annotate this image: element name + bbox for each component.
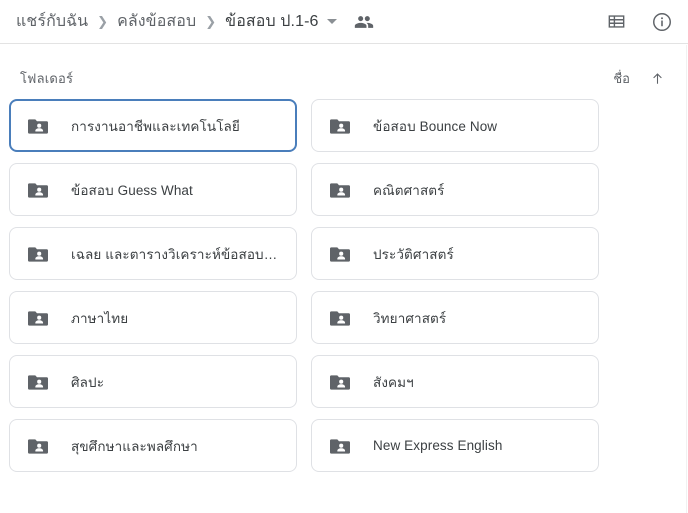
list-view-button[interactable] xyxy=(604,10,628,34)
folder-name: สุขศึกษาและพลศึกษา xyxy=(71,438,198,454)
folder-card[interactable]: ข้อสอบ Guess What xyxy=(9,163,297,216)
top-app-bar: แชร์กับฉัน ❯ คลังข้อสอบ ❯ ข้อสอบ ป.1-6 xyxy=(0,0,688,44)
shared-folder-icon xyxy=(328,434,352,458)
breadcrumb-separator-icon: ❯ xyxy=(97,14,109,29)
folder-card[interactable]: ข้อสอบ Bounce Now xyxy=(311,99,599,152)
folder-name: ภาษาไทย xyxy=(71,310,129,326)
folder-name: ข้อสอบ Guess What xyxy=(71,182,193,198)
breadcrumb-separator-icon: ❯ xyxy=(205,14,217,29)
folder-card[interactable]: เฉลย และตารางวิเคราะห์ข้อสอบ ป.1-6 xyxy=(9,227,297,280)
shared-folder-icon xyxy=(328,114,352,138)
info-circle-icon xyxy=(653,12,671,31)
folder-name: ประวัติศาสตร์ xyxy=(373,246,454,262)
folder-card[interactable]: ศิลปะ xyxy=(9,355,297,408)
breadcrumb: แชร์กับฉัน ❯ คลังข้อสอบ ❯ ข้อสอบ ป.1-6 xyxy=(16,9,604,34)
folder-name: ศิลปะ xyxy=(71,374,105,390)
folder-card[interactable]: การงานอาชีพและเทคโนโลยี xyxy=(9,99,297,152)
folder-card[interactable]: วิทยาศาสตร์ xyxy=(311,291,599,344)
page-edge-divider xyxy=(686,45,687,513)
folder-card[interactable]: ประวัติศาสตร์ xyxy=(311,227,599,280)
shared-folder-icon xyxy=(26,306,50,330)
sort-by-name-button[interactable]: ชื่อ xyxy=(613,68,630,89)
folder-card[interactable]: ภาษาไทย xyxy=(9,291,297,344)
shared-folder-icon xyxy=(328,178,352,202)
arrow-up-icon[interactable] xyxy=(649,70,666,87)
folder-card[interactable]: สุขศึกษาและพลศึกษา xyxy=(9,419,297,472)
shared-folder-icon xyxy=(26,114,50,138)
shared-folder-icon xyxy=(26,178,50,202)
folder-grid: การงานอาชีพและเทคโนโลยี ข้อสอบ Bounce Now… xyxy=(0,99,688,472)
shared-folder-icon xyxy=(328,370,352,394)
shared-folder-icon xyxy=(328,306,352,330)
shared-folder-icon xyxy=(26,370,50,394)
sort-controls: ชื่อ xyxy=(613,68,666,89)
shared-folder-icon xyxy=(26,434,50,458)
folder-card[interactable]: New Express English xyxy=(311,419,599,472)
shared-folder-icon xyxy=(328,242,352,266)
folder-section-header: โฟลเดอร์ ชื่อ xyxy=(0,57,688,99)
folder-name: คณิตศาสตร์ xyxy=(373,182,445,198)
breadcrumb-item-current[interactable]: ข้อสอบ ป.1-6 xyxy=(225,9,318,34)
chevron-down-icon[interactable] xyxy=(326,19,337,24)
details-button[interactable] xyxy=(650,10,674,34)
folder-card[interactable]: สังคมฯ xyxy=(311,355,599,408)
folder-name: New Express English xyxy=(373,438,503,453)
people-icon[interactable] xyxy=(354,12,374,32)
folder-name: วิทยาศาสตร์ xyxy=(373,310,447,326)
list-view-icon xyxy=(608,15,624,28)
folder-name: สังคมฯ xyxy=(373,374,414,390)
folder-name: การงานอาชีพและเทคโนโลยี xyxy=(71,118,240,134)
top-bar-actions xyxy=(604,10,674,34)
breadcrumb-item-shared-with-me[interactable]: แชร์กับฉัน xyxy=(16,9,88,34)
shared-folder-icon xyxy=(26,242,50,266)
folder-name: เฉลย และตารางวิเคราะห์ข้อสอบ ป.1-6 xyxy=(71,246,280,262)
folder-name: ข้อสอบ Bounce Now xyxy=(373,118,498,134)
breadcrumb-item-exam-library[interactable]: คลังข้อสอบ xyxy=(117,9,196,34)
section-title: โฟลเดอร์ xyxy=(20,70,74,86)
folder-card[interactable]: คณิตศาสตร์ xyxy=(311,163,599,216)
